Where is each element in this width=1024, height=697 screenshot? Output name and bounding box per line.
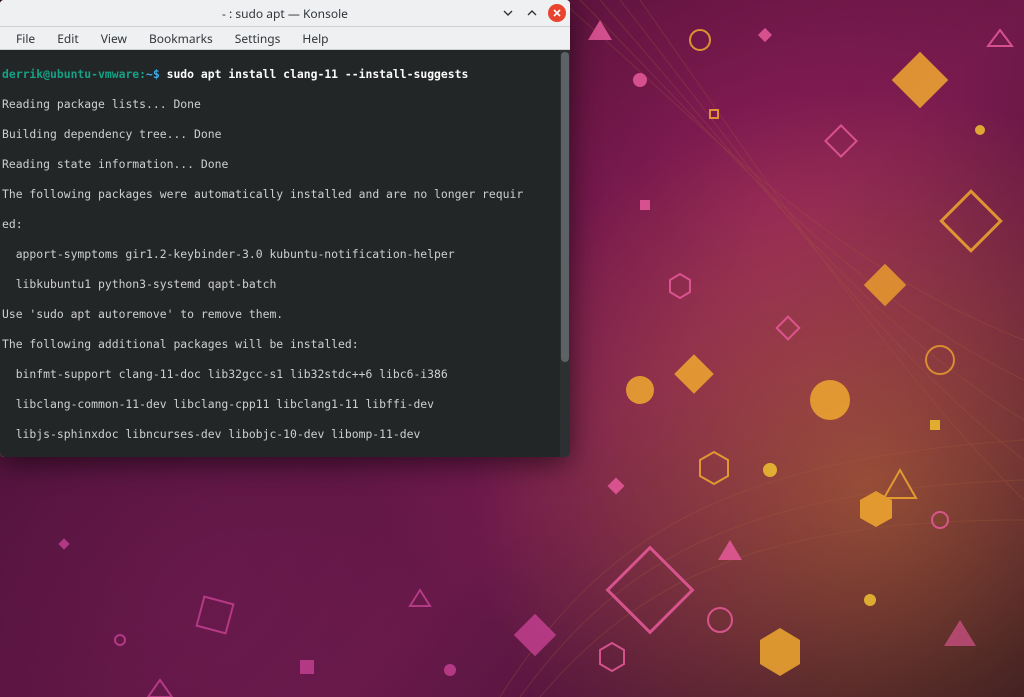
terminal-line: Reading state information... Done	[2, 157, 566, 172]
menu-view[interactable]: View	[91, 28, 137, 49]
close-button[interactable]	[548, 4, 566, 22]
maximize-button[interactable]	[524, 5, 540, 21]
terminal-line: Reading package lists... Done	[2, 97, 566, 112]
terminal-line: Building dependency tree... Done	[2, 127, 566, 142]
menu-edit[interactable]: Edit	[47, 28, 88, 49]
prompt-command: sudo apt install clang-11 --install-sugg…	[167, 67, 469, 81]
prompt-dollar: $	[153, 67, 160, 81]
menubar: File Edit View Bookmarks Settings Help	[0, 27, 570, 50]
terminal-line: libkubuntu1 python3-systemd qapt-batch	[2, 277, 566, 292]
window-titlebar[interactable]: - : sudo apt — Konsole	[0, 0, 570, 27]
terminal-line: The following additional packages will b…	[2, 337, 566, 352]
terminal-line: apport-symptoms gir1.2-keybinder-3.0 kub…	[2, 247, 566, 262]
menu-file[interactable]: File	[6, 28, 45, 49]
konsole-window: - : sudo apt — Konsole File Edit View Bo…	[0, 0, 570, 457]
menu-help[interactable]: Help	[292, 28, 338, 49]
prompt-path: ~	[146, 67, 153, 81]
prompt-colon: :	[139, 67, 146, 81]
menu-settings[interactable]: Settings	[225, 28, 291, 49]
terminal-scrollbar[interactable]	[560, 50, 570, 457]
minimize-button[interactable]	[500, 5, 516, 21]
terminal-line: Use 'sudo apt autoremove' to remove them…	[2, 307, 566, 322]
terminal-area[interactable]: derrik@ubuntu-vmware:~$ sudo apt install…	[0, 50, 570, 457]
terminal-line: binfmt-support clang-11-doc lib32gcc-s1 …	[2, 367, 566, 382]
terminal-line: libclang-common-11-dev libclang-cpp11 li…	[2, 397, 566, 412]
terminal-line: The following packages were automaticall…	[2, 187, 566, 202]
window-title: - : sudo apt — Konsole	[0, 5, 570, 22]
scrollbar-thumb[interactable]	[561, 52, 569, 362]
window-controls	[500, 0, 566, 26]
prompt-userhost: derrik@ubuntu-vmware	[2, 67, 139, 81]
terminal-line: ed:	[2, 217, 566, 232]
terminal-line: libjs-sphinxdoc libncurses-dev libobjc-1…	[2, 427, 566, 442]
menu-bookmarks[interactable]: Bookmarks	[139, 28, 223, 49]
